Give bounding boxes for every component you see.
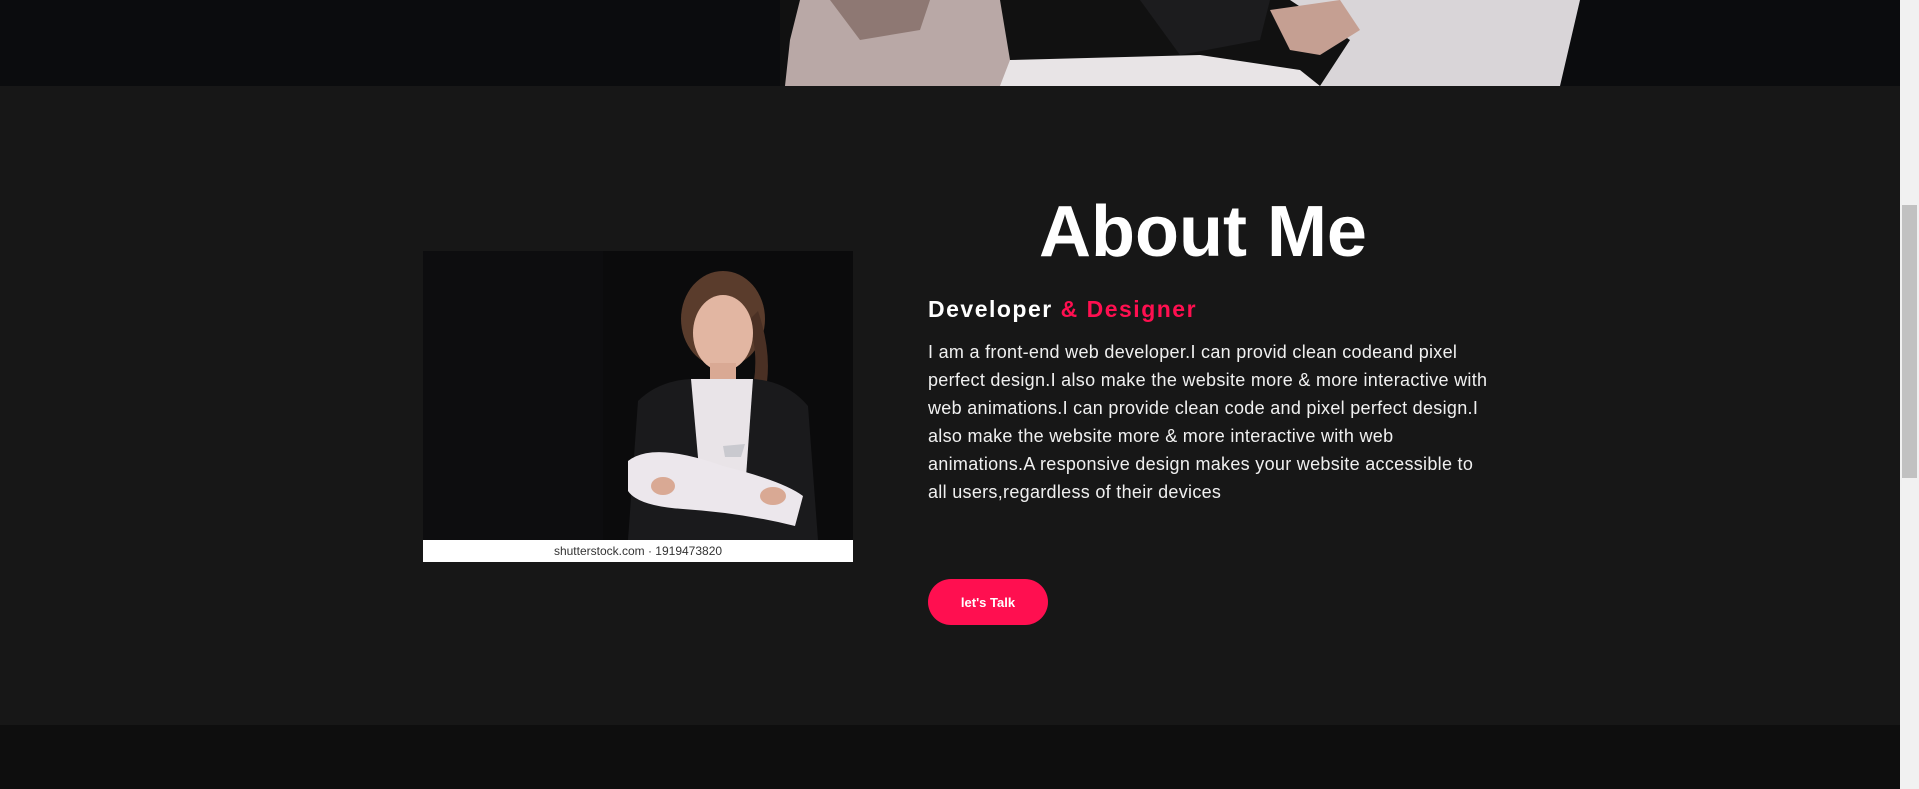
lets-talk-button[interactable]: let's Talk xyxy=(928,579,1048,625)
hero-image-strip xyxy=(0,0,1900,86)
about-title: About Me xyxy=(1039,192,1367,272)
subtitle-main: Developer xyxy=(928,296,1053,322)
photo-watermark: shutterstock.com · 1919473820 xyxy=(423,540,853,562)
page-scrollbar[interactable] xyxy=(1900,0,1919,789)
about-bio: I am a front-end web developer.I can pro… xyxy=(928,342,1488,502)
portrait-photo-icon xyxy=(423,251,853,562)
about-portrait-image: shutterstock.com · 1919473820 xyxy=(423,251,853,562)
subtitle-accent: & Designer xyxy=(1052,296,1198,322)
hero-portrait-crop xyxy=(780,0,1580,86)
next-section xyxy=(0,725,1900,789)
about-subtitle: Developer & Designer xyxy=(928,296,1197,323)
scrollbar-thumb[interactable] xyxy=(1902,205,1917,478)
